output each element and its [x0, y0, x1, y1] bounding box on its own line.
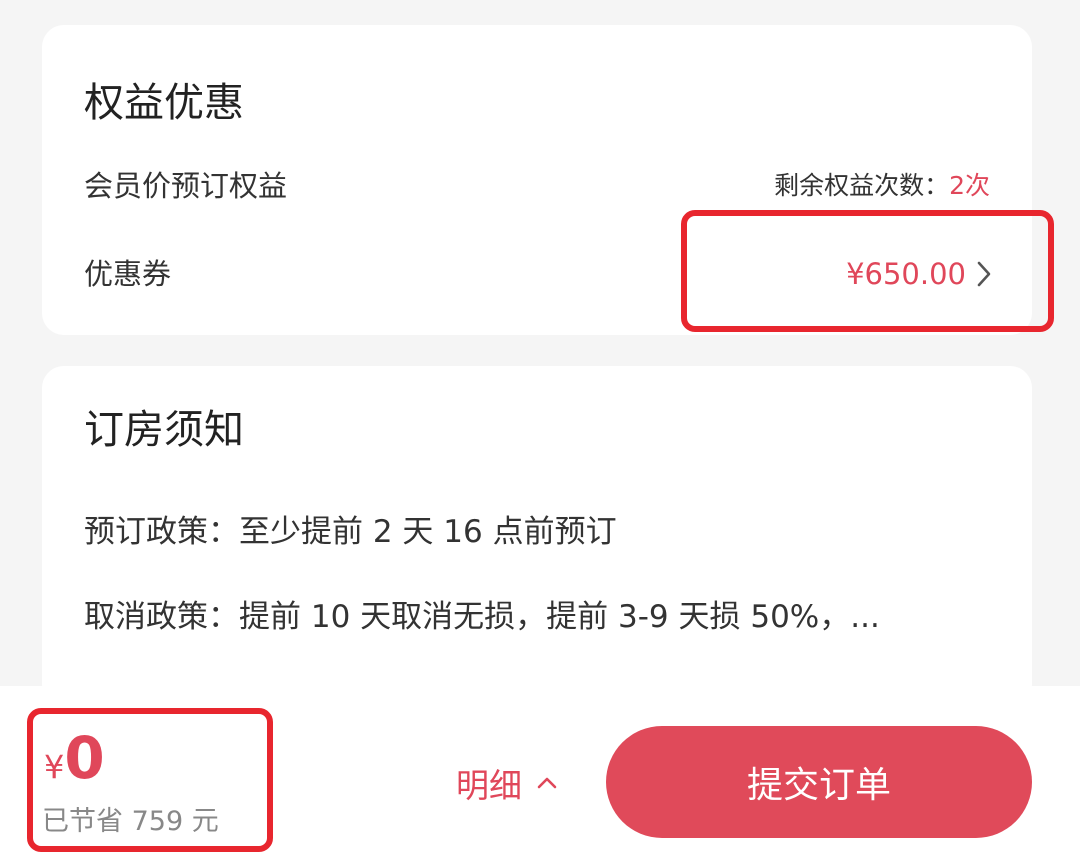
price-value: 0 [64, 724, 105, 792]
price-detail-label: 明细 [456, 766, 522, 805]
member-price-benefit-label: 会员价预订权益 [84, 169, 288, 203]
remaining-benefits: 剩余权益次数：2次 [774, 168, 990, 204]
coupon-selector[interactable]: ¥650.00 [846, 254, 992, 294]
remaining-benefits-count: 2次 [949, 171, 990, 200]
bottom-order-bar: ¥0 已节省 759 元 明细 提交订单 [0, 686, 1080, 853]
saved-amount: 已节省 759 元 [42, 806, 219, 837]
coupon-label: 优惠券 [84, 257, 172, 291]
price-detail-button[interactable]: 明细 [456, 763, 558, 805]
coupon-value: ¥650.00 [846, 257, 966, 291]
total-price: ¥0 [44, 726, 105, 790]
remaining-benefits-label: 剩余权益次数： [774, 171, 950, 200]
booking-notice-title: 订房须知 [84, 407, 244, 453]
cancel-policy-text[interactable]: 取消政策：提前 10 天取消无损，提前 3-9 天损 50%，... [84, 596, 880, 638]
currency-symbol: ¥ [44, 748, 65, 786]
booking-policy-text: 预订政策：至少提前 2 天 16 点前预订 [84, 514, 617, 550]
chevron-right-icon [977, 261, 991, 287]
submit-order-button[interactable]: 提交订单 [606, 726, 1032, 838]
benefits-title: 权益优惠 [84, 80, 244, 126]
booking-notice-card: 订房须知 预订政策：至少提前 2 天 16 点前预订 取消政策：提前 10 天取… [42, 366, 1032, 706]
chevron-up-icon [537, 777, 557, 789]
benefits-card: 权益优惠 会员价预订权益 剩余权益次数：2次 优惠券 ¥650.00 [42, 25, 1032, 335]
